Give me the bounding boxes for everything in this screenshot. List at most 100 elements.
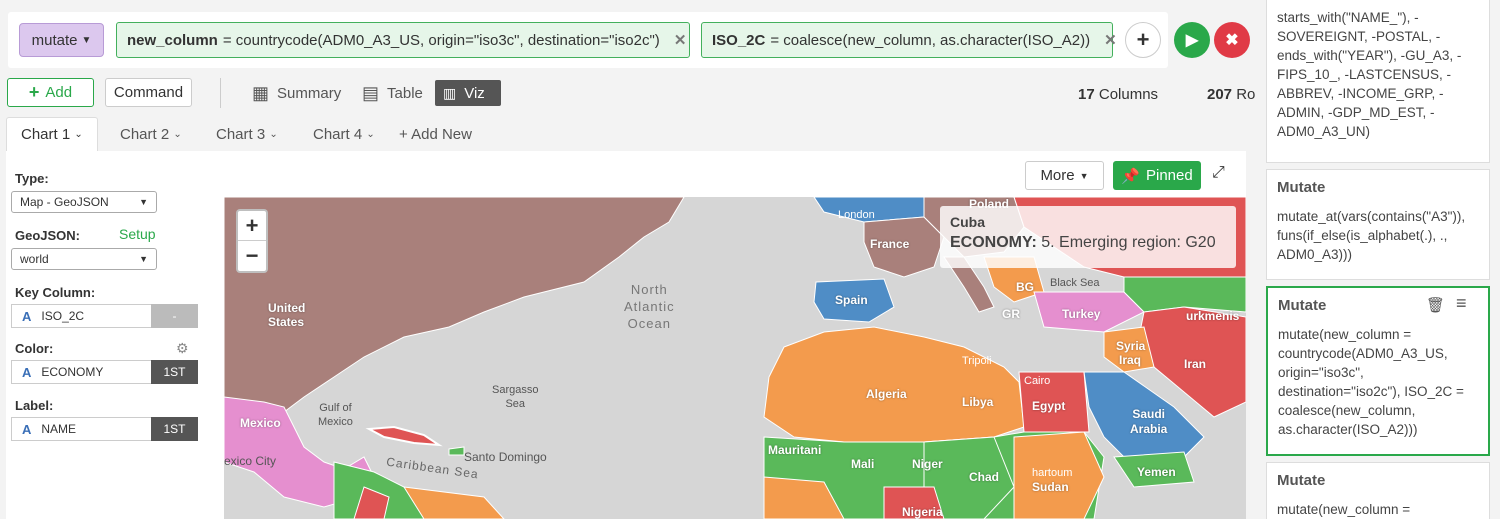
caret-down-icon: ▼ — [1079, 170, 1089, 181]
trash-icon[interactable]: 🗑 — [1426, 296, 1445, 315]
step-title: Mutate — [1277, 472, 1326, 489]
token-iso-2c[interactable]: ISO_2C = coalesce(new_column, as.characte… — [701, 22, 1117, 58]
token-new-column[interactable]: new_column = countrycode(ADM0_A3_US, orig… — [116, 22, 690, 58]
map-tooltip: Cuba ECONOMY: 5. Emerging region: G20 — [940, 206, 1236, 268]
cancel-button[interactable]: ✖ — [1214, 22, 1250, 58]
turkmenistan-label: urkmenis — [1186, 309, 1240, 323]
step-card-mutate[interactable]: Mutate mutate(new_column = — [1266, 462, 1490, 519]
zoom-control: + − — [236, 209, 268, 273]
mutate-dropdown[interactable]: mutate ▼ — [19, 23, 104, 57]
niger-label: Niger — [912, 457, 943, 471]
tab-chart-4[interactable]: Chart 4 ⌄ — [299, 117, 389, 151]
tab-chart-1[interactable]: Chart 1 ⌄ — [6, 117, 98, 151]
label-aggregate-button[interactable]: 1ST — [151, 417, 198, 441]
tripoli-label: Tripoli — [962, 355, 992, 367]
step-title: Mutate — [1278, 297, 1327, 314]
label-field[interactable]: A NAME — [11, 417, 152, 441]
character-type-icon: A — [22, 308, 32, 324]
tab-chart-3[interactable]: Chart 3 ⌄ — [202, 117, 292, 151]
step-card-mutate-active[interactable]: Mutate 🗑 ≡ mutate(new_column = countryco… — [1266, 286, 1490, 456]
key-column-label: Key Column: — [15, 285, 96, 300]
usa-label: United States — [268, 301, 306, 329]
chevron-down-icon: ⌄ — [269, 128, 278, 140]
plus-icon: + — [28, 82, 40, 102]
setup-link[interactable]: Setup — [119, 226, 156, 242]
gr-label: GR — [1002, 307, 1020, 321]
pin-icon: 📌 — [1121, 167, 1140, 185]
tooltip-value: 5. Emerging region: G20 — [1041, 234, 1216, 251]
divider — [220, 78, 221, 108]
geojson-label: GeoJSON: — [15, 228, 81, 243]
france-label: France — [870, 237, 910, 251]
algeria-label: Algeria — [866, 387, 907, 401]
pinned-button[interactable]: 📌 Pinned — [1113, 161, 1201, 190]
select-arrow-icon: ▼ — [139, 197, 148, 207]
step-code: starts_with("NAME_"), -SOVEREIGNT, -POST… — [1277, 10, 1462, 139]
table-view-button[interactable]: ▤ Table — [354, 80, 431, 106]
label-label: Label: — [15, 398, 54, 413]
tab-chart-2[interactable]: Chart 2 ⌄ — [106, 117, 196, 151]
more-button[interactable]: More ▼ — [1025, 161, 1104, 190]
bar-chart-icon: ▥ — [443, 84, 457, 101]
mauritania-label: Mauritani — [768, 443, 822, 457]
mexico-label: Mexico — [240, 416, 281, 430]
zoom-in-button[interactable]: + — [238, 211, 266, 241]
type-label: Type: — [15, 171, 49, 186]
caret-down-icon: ▼ — [81, 34, 92, 46]
yemen-label: Yemen — [1137, 465, 1176, 479]
summary-grid-icon: ▦ — [252, 82, 270, 103]
viz-view-button[interactable]: ▥ Viz — [435, 80, 501, 106]
columns-count: 17 Columns — [1078, 86, 1159, 103]
summary-view-button[interactable]: ▦ Summary — [244, 80, 349, 106]
turkey-label: Turkey — [1062, 307, 1101, 321]
remove-token-icon[interactable]: ✕ — [1104, 31, 1117, 49]
step-code: mutate_at(vars(contains("A3")), funs(if_… — [1277, 209, 1466, 262]
chevron-down-icon: ⌄ — [173, 128, 182, 140]
color-aggregate-button[interactable]: 1ST — [151, 360, 198, 384]
key-aggregate-button[interactable]: - — [151, 304, 198, 328]
iran-label: Iran — [1184, 357, 1207, 371]
iraq-label: Iraq — [1119, 353, 1142, 367]
step-title: Mutate — [1277, 179, 1326, 196]
black-sea-label: Black Sea — [1050, 277, 1100, 289]
khartoum-label: hartoum — [1032, 467, 1073, 479]
step-card-select[interactable]: starts_with("NAME_"), -SOVEREIGNT, -POST… — [1266, 0, 1490, 163]
chevron-down-icon: ⌄ — [74, 129, 83, 140]
menu-icon[interactable]: ≡ — [1456, 294, 1467, 313]
step-code: mutate(new_column = — [1277, 502, 1411, 517]
color-field[interactable]: A ECONOMY — [11, 360, 152, 384]
london-label: London — [838, 209, 875, 221]
close-icon: ✖ — [1225, 32, 1239, 49]
type-select[interactable]: Map - GeoJSON ▼ — [11, 191, 157, 213]
gulf-label: Gulf of Mexico — [318, 402, 353, 428]
character-type-icon: A — [22, 364, 32, 380]
cuba-region — [365, 425, 443, 447]
table-icon: ▤ — [362, 82, 380, 103]
mali-label: Mali — [851, 457, 875, 471]
play-icon: ▶ — [1185, 32, 1199, 49]
run-button[interactable]: ▶ — [1174, 22, 1210, 58]
libya-label: Libya — [962, 395, 994, 409]
santo-domingo-label: Santo Domingo — [464, 450, 547, 464]
saudi-label: Saudi Arabia — [1130, 407, 1168, 436]
zoom-out-button[interactable]: − — [238, 241, 266, 271]
expand-icon[interactable]: ⤢ — [1212, 164, 1232, 184]
select-arrow-icon: ▼ — [139, 254, 148, 264]
tab-add-new[interactable]: + Add New — [385, 117, 486, 151]
add-token-button[interactable]: + — [1125, 22, 1161, 58]
mexico-city-label: exico City — [224, 454, 277, 468]
add-step-button[interactable]: + Add — [7, 78, 94, 107]
tooltip-country: Cuba — [950, 214, 985, 230]
gear-icon[interactable]: ⚙ — [176, 340, 189, 357]
egypt-label: Egypt — [1032, 399, 1066, 413]
geojson-select[interactable]: world ▼ — [11, 248, 157, 270]
cairo-label: Cairo — [1024, 375, 1051, 387]
step-card-mutate-at[interactable]: Mutate mutate_at(vars(contains("A3")), f… — [1266, 169, 1490, 280]
command-button[interactable]: Command — [105, 78, 192, 107]
bg-label: BG — [1016, 280, 1034, 294]
color-label: Color: — [15, 341, 54, 356]
tooltip-key: ECONOMY: — [950, 234, 1037, 251]
remove-token-icon[interactable]: ✕ — [674, 31, 687, 49]
north-africa-region — [763, 326, 1025, 443]
key-column-field[interactable]: A ISO_2C — [11, 304, 152, 328]
